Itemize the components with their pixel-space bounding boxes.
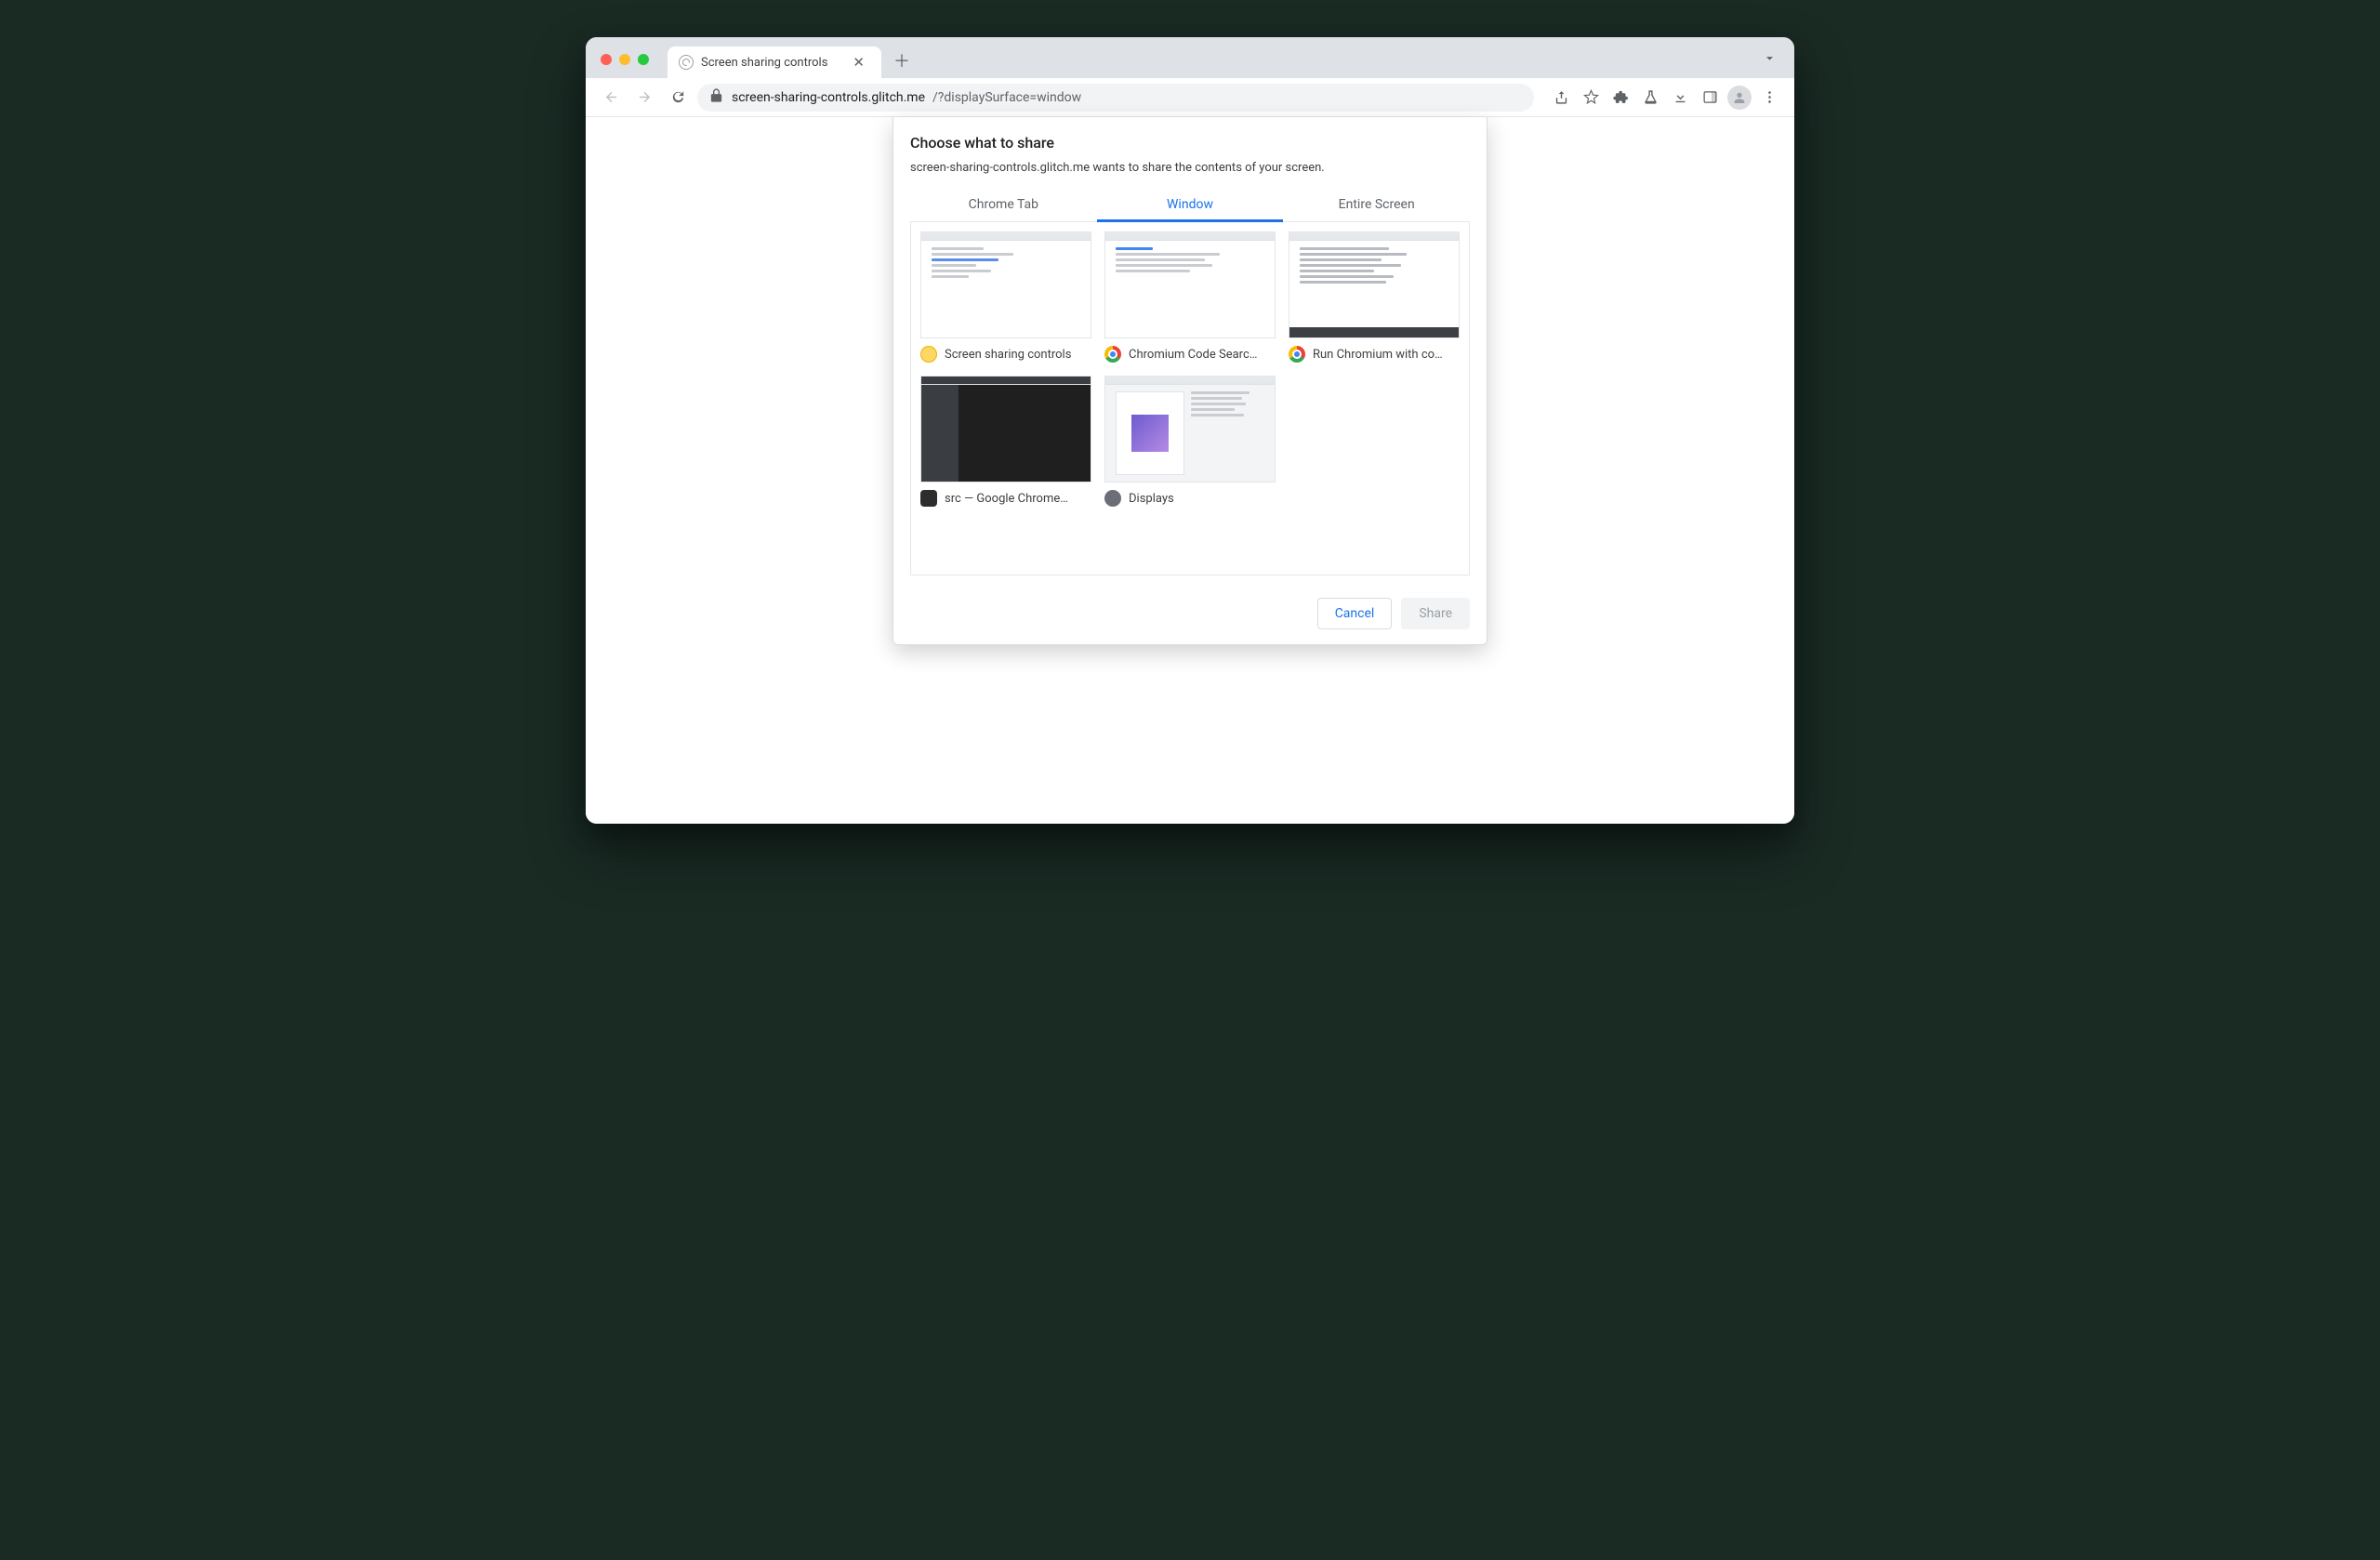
window-option[interactable]: Chromium Code Searc… bbox=[1104, 231, 1276, 363]
chrome-menu-button[interactable] bbox=[1755, 84, 1783, 112]
panel-icon bbox=[1702, 89, 1718, 105]
chrome-icon bbox=[1104, 346, 1121, 363]
chevron-down-icon bbox=[1762, 50, 1778, 66]
chrome-canary-icon bbox=[920, 346, 937, 363]
window-option[interactable]: Screen sharing controls bbox=[920, 231, 1091, 363]
window-thumbnail bbox=[1104, 231, 1276, 338]
browser-tab[interactable]: Screen sharing controls ✕ bbox=[668, 46, 881, 78]
puzzle-icon bbox=[1613, 89, 1629, 105]
close-tab-button[interactable]: ✕ bbox=[849, 52, 868, 73]
window-label: src — Google Chrome… bbox=[945, 492, 1068, 506]
share-page-button[interactable] bbox=[1547, 84, 1575, 112]
window-label: Run Chromium with co… bbox=[1313, 348, 1443, 362]
arrow-right-icon bbox=[637, 89, 653, 105]
window-option[interactable]: Displays bbox=[1104, 376, 1276, 507]
bookmark-button[interactable] bbox=[1577, 84, 1605, 112]
download-icon bbox=[1673, 89, 1688, 105]
extensions-button[interactable] bbox=[1606, 84, 1634, 112]
tab-window[interactable]: Window bbox=[1097, 188, 1284, 221]
profile-button[interactable] bbox=[1726, 84, 1753, 112]
cancel-button[interactable]: Cancel bbox=[1317, 598, 1393, 629]
window-label: Screen sharing controls bbox=[945, 348, 1071, 362]
share-icon bbox=[1554, 89, 1569, 105]
tab-chrome-tab[interactable]: Chrome Tab bbox=[910, 188, 1097, 221]
tabs-dropdown-button[interactable] bbox=[1754, 46, 1785, 73]
window-option[interactable]: Run Chromium with co… bbox=[1289, 231, 1460, 363]
back-button[interactable] bbox=[597, 84, 625, 112]
downloads-button[interactable] bbox=[1666, 84, 1694, 112]
avatar-icon bbox=[1727, 86, 1752, 110]
dialog-subtitle: screen-sharing-controls.glitch.me wants … bbox=[910, 161, 1470, 175]
page-content: Choose what to share screen-sharing-cont… bbox=[586, 117, 1794, 824]
system-preferences-icon bbox=[1104, 490, 1121, 507]
forward-button[interactable] bbox=[630, 84, 658, 112]
close-window-button[interactable] bbox=[601, 54, 612, 65]
window-thumbnail bbox=[920, 376, 1091, 483]
kebab-icon bbox=[1762, 89, 1778, 105]
window-label: Displays bbox=[1129, 492, 1174, 506]
address-bar[interactable]: screen-sharing-controls.glitch.me /?displ… bbox=[697, 84, 1534, 112]
tab-title: Screen sharing controls bbox=[701, 56, 827, 70]
share-source-tabs: Chrome Tab Window Entire Screen bbox=[910, 188, 1470, 222]
window-option[interactable]: src — Google Chrome… bbox=[920, 376, 1091, 507]
dialog-title: Choose what to share bbox=[910, 134, 1470, 152]
tab-entire-screen[interactable]: Entire Screen bbox=[1283, 188, 1470, 221]
window-grid: Screen sharing controls bbox=[910, 222, 1470, 575]
new-tab-button[interactable]: ＋ bbox=[889, 47, 915, 73]
share-button[interactable]: Share bbox=[1401, 598, 1470, 629]
chrome-icon bbox=[1289, 346, 1305, 363]
arrow-left-icon bbox=[603, 89, 619, 105]
browser-window: Screen sharing controls ✕ ＋ screen-shari… bbox=[586, 37, 1794, 824]
fullscreen-window-button[interactable] bbox=[638, 54, 649, 65]
side-panel-button[interactable] bbox=[1696, 84, 1724, 112]
window-thumbnail bbox=[1289, 231, 1460, 338]
labs-button[interactable] bbox=[1636, 84, 1664, 112]
window-thumbnail bbox=[920, 231, 1091, 338]
url-host: screen-sharing-controls.glitch.me bbox=[732, 90, 925, 105]
share-picker-dialog: Choose what to share screen-sharing-cont… bbox=[892, 117, 1488, 645]
minimize-window-button[interactable] bbox=[619, 54, 630, 65]
reload-icon bbox=[670, 89, 686, 105]
window-label: Chromium Code Searc… bbox=[1129, 348, 1257, 362]
star-icon bbox=[1583, 89, 1599, 105]
url-path: /?displaySurface=window bbox=[932, 90, 1081, 105]
flask-icon bbox=[1643, 89, 1659, 105]
window-thumbnail bbox=[1104, 376, 1276, 483]
toolbar: screen-sharing-controls.glitch.me /?displ… bbox=[586, 78, 1794, 117]
globe-icon bbox=[679, 55, 694, 70]
terminal-icon bbox=[920, 490, 937, 507]
reload-button[interactable] bbox=[664, 84, 692, 112]
macos-window-controls bbox=[601, 54, 649, 65]
tab-strip: Screen sharing controls ✕ ＋ bbox=[586, 37, 1794, 78]
dialog-actions: Cancel Share bbox=[910, 598, 1470, 629]
toolbar-actions bbox=[1547, 84, 1783, 112]
lock-icon bbox=[708, 87, 724, 107]
